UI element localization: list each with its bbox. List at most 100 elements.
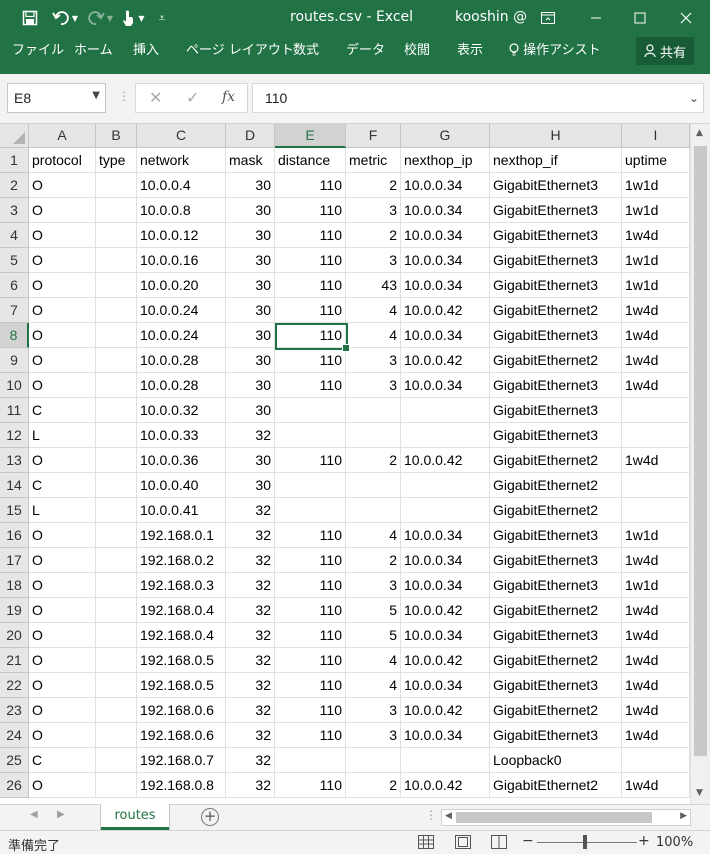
formula-bar-grip-icon[interactable]: ⋮ bbox=[118, 89, 130, 103]
cell-G22[interactable]: 10.0.0.34 bbox=[401, 673, 490, 698]
tab-tell-me[interactable]: 操作アシスト bbox=[509, 36, 601, 74]
cell-G14[interactable] bbox=[401, 473, 490, 498]
cell-G24[interactable]: 10.0.0.34 bbox=[401, 723, 490, 748]
cell-E20[interactable]: 110 bbox=[275, 623, 346, 648]
cell-G5[interactable]: 10.0.0.34 bbox=[401, 248, 490, 273]
insert-function-icon[interactable]: fx bbox=[222, 89, 235, 105]
cell-I20[interactable]: 1w4d bbox=[622, 623, 690, 648]
tab-insert[interactable]: 挿入 bbox=[133, 36, 159, 74]
row-header[interactable]: 17 bbox=[0, 548, 29, 573]
cell-E14[interactable] bbox=[275, 473, 346, 498]
cell-I12[interactable] bbox=[622, 423, 690, 448]
cell-A13[interactable]: O bbox=[29, 448, 96, 473]
cell-E6[interactable]: 110 bbox=[275, 273, 346, 298]
horizontal-scrollbar[interactable]: ◀ ▶ bbox=[441, 809, 691, 826]
cell-A1[interactable]: protocol bbox=[29, 148, 96, 173]
cell-B16[interactable] bbox=[96, 523, 137, 548]
row-header[interactable]: 16 bbox=[0, 523, 29, 548]
row-header[interactable]: 26 bbox=[0, 773, 29, 798]
cell-A18[interactable]: O bbox=[29, 573, 96, 598]
cell-C22[interactable]: 192.168.0.5 bbox=[137, 673, 226, 698]
cell-E8[interactable]: 110 bbox=[275, 323, 346, 348]
cell-H2[interactable]: GigabitEthernet3 bbox=[490, 173, 622, 198]
cell-B12[interactable] bbox=[96, 423, 137, 448]
cell-H22[interactable]: GigabitEthernet3 bbox=[490, 673, 622, 698]
tab-page-layout[interactable]: ページ レイアウト bbox=[186, 36, 294, 74]
cell-B10[interactable] bbox=[96, 373, 137, 398]
row-header[interactable]: 18 bbox=[0, 573, 29, 598]
cell-H21[interactable]: GigabitEthernet2 bbox=[490, 648, 622, 673]
cell-B20[interactable] bbox=[96, 623, 137, 648]
cell-C19[interactable]: 192.168.0.4 bbox=[137, 598, 226, 623]
add-sheet-icon[interactable]: + bbox=[201, 808, 219, 826]
cell-I16[interactable]: 1w1d bbox=[622, 523, 690, 548]
cell-C14[interactable]: 10.0.0.40 bbox=[137, 473, 226, 498]
cell-F15[interactable] bbox=[346, 498, 401, 523]
cell-F3[interactable]: 3 bbox=[346, 198, 401, 223]
cell-B4[interactable] bbox=[96, 223, 137, 248]
cell-A11[interactable]: C bbox=[29, 398, 96, 423]
row-header[interactable]: 5 bbox=[0, 248, 29, 273]
cell-B25[interactable] bbox=[96, 748, 137, 773]
cell-I3[interactable]: 1w1d bbox=[622, 198, 690, 223]
cell-C25[interactable]: 192.168.0.7 bbox=[137, 748, 226, 773]
cell-H3[interactable]: GigabitEthernet3 bbox=[490, 198, 622, 223]
cell-F10[interactable]: 3 bbox=[346, 373, 401, 398]
confirm-entry-icon[interactable]: ✓ bbox=[186, 88, 199, 107]
row-header[interactable]: 7 bbox=[0, 298, 29, 323]
row-header[interactable]: 25 bbox=[0, 748, 29, 773]
horizontal-scroll-thumb[interactable] bbox=[456, 812, 652, 823]
cell-A9[interactable]: O bbox=[29, 348, 96, 373]
cell-A23[interactable]: O bbox=[29, 698, 96, 723]
cell-D18[interactable]: 32 bbox=[226, 573, 275, 598]
cancel-entry-icon[interactable]: ✕ bbox=[149, 88, 162, 107]
cell-D12[interactable]: 32 bbox=[226, 423, 275, 448]
cell-G12[interactable] bbox=[401, 423, 490, 448]
cell-E7[interactable]: 110 bbox=[275, 298, 346, 323]
row-header[interactable]: 10 bbox=[0, 373, 29, 398]
cell-I11[interactable] bbox=[622, 398, 690, 423]
cell-H13[interactable]: GigabitEthernet2 bbox=[490, 448, 622, 473]
cell-D9[interactable]: 30 bbox=[226, 348, 275, 373]
cell-B8[interactable] bbox=[96, 323, 137, 348]
cell-A22[interactable]: O bbox=[29, 673, 96, 698]
cell-D15[interactable]: 32 bbox=[226, 498, 275, 523]
cell-I17[interactable]: 1w4d bbox=[622, 548, 690, 573]
cell-D2[interactable]: 30 bbox=[226, 173, 275, 198]
cell-F9[interactable]: 3 bbox=[346, 348, 401, 373]
cell-A14[interactable]: C bbox=[29, 473, 96, 498]
cell-A5[interactable]: O bbox=[29, 248, 96, 273]
cell-D8[interactable]: 30 bbox=[226, 323, 275, 348]
cell-I10[interactable]: 1w4d bbox=[622, 373, 690, 398]
maximize-icon[interactable] bbox=[622, 0, 658, 36]
column-header-I[interactable]: I bbox=[622, 124, 690, 148]
close-icon[interactable] bbox=[668, 0, 704, 36]
cell-H20[interactable]: GigabitEthernet3 bbox=[490, 623, 622, 648]
cell-D6[interactable]: 30 bbox=[226, 273, 275, 298]
cell-G15[interactable] bbox=[401, 498, 490, 523]
column-header-C[interactable]: C bbox=[137, 124, 226, 148]
cell-G17[interactable]: 10.0.0.34 bbox=[401, 548, 490, 573]
row-header[interactable]: 11 bbox=[0, 398, 29, 423]
touch-mode-icon[interactable]: ▼ bbox=[118, 0, 148, 36]
cell-F2[interactable]: 2 bbox=[346, 173, 401, 198]
cell-F19[interactable]: 5 bbox=[346, 598, 401, 623]
cell-C2[interactable]: 10.0.0.4 bbox=[137, 173, 226, 198]
cell-H5[interactable]: GigabitEthernet3 bbox=[490, 248, 622, 273]
cell-G13[interactable]: 10.0.0.42 bbox=[401, 448, 490, 473]
column-header-A[interactable]: A bbox=[29, 124, 96, 148]
cell-C9[interactable]: 10.0.0.28 bbox=[137, 348, 226, 373]
cell-D25[interactable]: 32 bbox=[226, 748, 275, 773]
cell-C24[interactable]: 192.168.0.6 bbox=[137, 723, 226, 748]
cell-D22[interactable]: 32 bbox=[226, 673, 275, 698]
cell-D10[interactable]: 30 bbox=[226, 373, 275, 398]
cell-B14[interactable] bbox=[96, 473, 137, 498]
cell-I7[interactable]: 1w4d bbox=[622, 298, 690, 323]
cell-C6[interactable]: 10.0.0.20 bbox=[137, 273, 226, 298]
cell-G25[interactable] bbox=[401, 748, 490, 773]
cell-H24[interactable]: GigabitEthernet3 bbox=[490, 723, 622, 748]
cell-C11[interactable]: 10.0.0.32 bbox=[137, 398, 226, 423]
tab-view[interactable]: 表示 bbox=[457, 36, 483, 74]
cell-E22[interactable]: 110 bbox=[275, 673, 346, 698]
cell-A17[interactable]: O bbox=[29, 548, 96, 573]
